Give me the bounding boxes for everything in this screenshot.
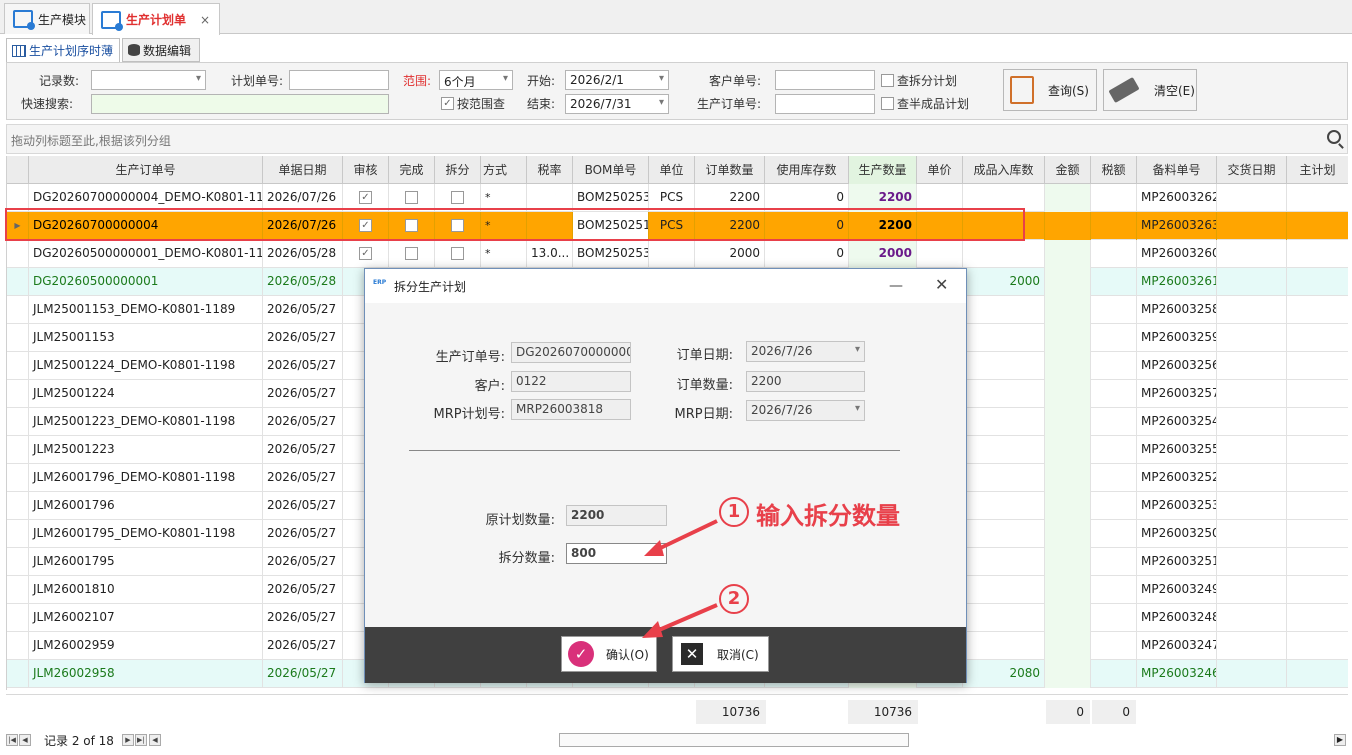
arrowhead-step-2 bbox=[642, 621, 663, 638]
annotation-arrows bbox=[642, 519, 718, 638]
arrowhead-step-1 bbox=[644, 540, 664, 556]
arrow-step-2 bbox=[651, 603, 718, 635]
